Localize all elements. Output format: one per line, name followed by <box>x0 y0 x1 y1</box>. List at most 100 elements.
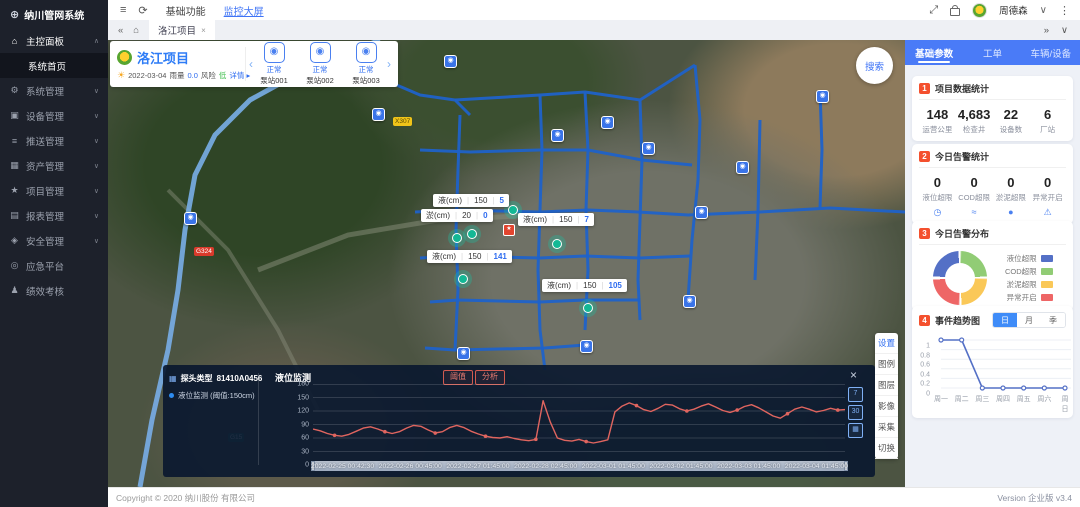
range-7d-icon[interactable]: 7 <box>848 387 863 402</box>
donut-legend: 液位超限COD超限淤泥超限异常开启 <box>1005 252 1053 304</box>
card-number-badge: 4 <box>919 315 930 326</box>
collapse-menu-icon[interactable]: ≡ <box>120 4 126 16</box>
close-panel-icon[interactable]: × <box>850 368 857 382</box>
carousel-prev-icon[interactable]: ‹ <box>246 57 256 71</box>
calendar-icon[interactable]: ▦ <box>848 423 863 438</box>
map-tool-图层[interactable]: 图层 <box>875 375 898 396</box>
carousel-next-icon[interactable]: › <box>384 57 394 71</box>
tooltip-param: 淤(cm) <box>421 210 455 221</box>
user-name[interactable]: 周德森 <box>999 3 1028 17</box>
y-tick-label: 30 <box>301 448 309 455</box>
map-tool-切换[interactable]: 切换 <box>875 438 898 459</box>
fullscreen-icon[interactable]: ⤢ <box>929 4 938 17</box>
sensor-value-tooltip: 液(cm)|150|5 <box>433 194 509 207</box>
range-30d-icon[interactable]: 30 <box>848 405 863 420</box>
sidebar-item-推送管理[interactable]: ≡推送管理∨ <box>0 128 108 153</box>
lock-icon[interactable] <box>950 8 960 16</box>
sidebar-item-安全管理[interactable]: ◈安全管理∨ <box>0 228 108 253</box>
sidebar-item-label: 报表管理 <box>26 209 64 223</box>
level-sensor-marker[interactable] <box>579 299 597 317</box>
project-stat: 22 设备数 <box>993 107 1030 135</box>
topnav-basic-functions[interactable]: 基础功能 <box>166 3 206 18</box>
station-name: 泵站003 <box>348 75 384 86</box>
topnav-monitor-screen[interactable]: 监控大屏 <box>224 3 264 18</box>
sidebar-nav: ⌂主控面板∧系统首页⚙系统管理∨▣设备管理∨≡推送管理∨▦资产管理∨★项目管理∨… <box>0 28 108 303</box>
sidebar-item-系统管理[interactable]: ⚙系统管理∨ <box>0 78 108 103</box>
card-title: 事件趋势图 <box>935 314 980 327</box>
pump-station-marker[interactable]: ◉ <box>444 55 457 68</box>
top-toolbar: ≡ ⟳ 基础功能 监控大屏 ⤢ 周德森 ∨ ⋮ <box>108 0 1080 21</box>
pump-station-marker[interactable]: ◉ <box>551 129 564 142</box>
card-title: 今日告警分布 <box>935 227 989 240</box>
tab-basic-params[interactable]: 基础参数 <box>905 40 963 65</box>
tab-vehicles-devices[interactable]: 车辆/设备 <box>1022 40 1080 65</box>
range-tab-日[interactable]: 日 <box>993 313 1017 327</box>
map-tool-设置[interactable]: 设置 <box>875 333 898 354</box>
station-card-泵站001[interactable]: ◉正常泵站001 <box>256 42 292 86</box>
collapse-tabs-icon[interactable]: « <box>118 25 123 36</box>
level-sensor-marker[interactable] <box>463 225 481 243</box>
level-sensor-marker[interactable] <box>454 270 472 288</box>
pump-station-marker[interactable]: ◉ <box>683 295 696 308</box>
tab-menu-icon[interactable]: ∨ <box>1061 25 1068 36</box>
range-tab-季[interactable]: 季 <box>1041 313 1065 327</box>
sidebar-item-设备管理[interactable]: ▣设备管理∨ <box>0 103 108 128</box>
sensor-value-tooltip: 淤(cm)|20|0 <box>421 209 493 222</box>
sidebar-item-报表管理[interactable]: ▤报表管理∨ <box>0 203 108 228</box>
tab-overflow-icon[interactable]: » <box>1044 25 1049 36</box>
refresh-icon[interactable]: ⟳ <box>138 4 147 17</box>
sidebar-item-应急平台[interactable]: ◎应急平台 <box>0 253 108 278</box>
avatar[interactable] <box>972 3 987 18</box>
stat-label: 设备数 <box>993 124 1030 135</box>
stat-value: 22 <box>993 107 1030 122</box>
pump-station-marker[interactable]: ◉ <box>816 90 829 103</box>
home-icon[interactable]: ⌂ <box>133 25 139 36</box>
threshold-button[interactable]: 阈值 <box>443 370 473 385</box>
sidebar-item-绩效考核[interactable]: ♟绩效考核 <box>0 278 108 303</box>
y-tick-label: 150 <box>297 394 309 401</box>
map-search-button[interactable]: 搜索 <box>856 47 893 84</box>
station-card-泵站003[interactable]: ◉正常泵站003 <box>348 42 384 86</box>
divider <box>258 373 259 465</box>
pump-station-marker[interactable]: ◉ <box>642 142 655 155</box>
stat-label: 厂站 <box>1029 124 1066 135</box>
x-tick-label: 周六 <box>1037 394 1051 404</box>
sidebar-item-资产管理[interactable]: ▦资产管理∨ <box>0 153 108 178</box>
event-trend-chart: 00.20.40.60.81周一周二周三周四周五周六周日 <box>933 334 1062 410</box>
sidebar-item-系统首页[interactable]: 系统首页 <box>0 53 108 78</box>
sidebar-item-项目管理[interactable]: ★项目管理∨ <box>0 178 108 203</box>
map-tool-影像[interactable]: 影像 <box>875 396 898 417</box>
search-label: 搜索 <box>865 59 884 73</box>
tab-luojiang-project[interactable]: 洛江项目 × <box>149 20 215 40</box>
legend-item: COD超限 <box>1005 265 1053 278</box>
station-card-泵站002[interactable]: ◉正常泵站002 <box>302 42 338 86</box>
tooltip-threshold: 20 <box>457 211 476 220</box>
map-tool-采集[interactable]: 采集 <box>875 417 898 438</box>
pump-station-marker[interactable]: ◉ <box>580 340 593 353</box>
pump-station-marker[interactable]: ◉ <box>695 206 708 219</box>
sidebar-item-主控面板[interactable]: ⌂主控面板∧ <box>0 28 108 53</box>
pump-station-marker[interactable]: ◉ <box>736 161 749 174</box>
pump-station-marker[interactable]: ◉ <box>372 108 385 121</box>
tab-bar: « ⌂ 洛江项目 × » ∨ <box>108 20 1080 40</box>
asset-icon: ▦ <box>9 160 20 171</box>
analyze-button[interactable]: 分析 <box>475 370 505 385</box>
station-name: 泵站001 <box>256 75 292 86</box>
tab-work-orders[interactable]: 工单 <box>963 40 1021 65</box>
map-tool-图例[interactable]: 图例 <box>875 354 898 375</box>
x-axis-label: 2022-03-02 01:45:00 <box>649 463 712 470</box>
y-tick-label: 0 <box>305 462 309 469</box>
detail-link[interactable]: 详情 ▸ <box>229 70 250 81</box>
level-sensor-marker[interactable] <box>548 235 566 253</box>
more-options-icon[interactable]: ⋮ <box>1059 4 1070 17</box>
card-number-badge: 2 <box>919 151 930 162</box>
x-tick-label: 周五 <box>1017 394 1031 404</box>
sidebar-item-label: 设备管理 <box>26 109 64 123</box>
pump-station-marker[interactable]: ◉ <box>601 116 614 129</box>
tooltip-value: 5 <box>495 196 509 205</box>
alarm-stats-card: 2 今日告警统计 0液位超限◷0COD超限≈0淤泥超限●0异常开启⚠ <box>912 144 1073 224</box>
close-tab-icon[interactable]: × <box>201 26 206 35</box>
range-tab-月[interactable]: 月 <box>1017 313 1041 327</box>
pump-station-marker[interactable]: ◉ <box>457 347 470 360</box>
pump-station-marker[interactable]: ◉ <box>184 212 197 225</box>
